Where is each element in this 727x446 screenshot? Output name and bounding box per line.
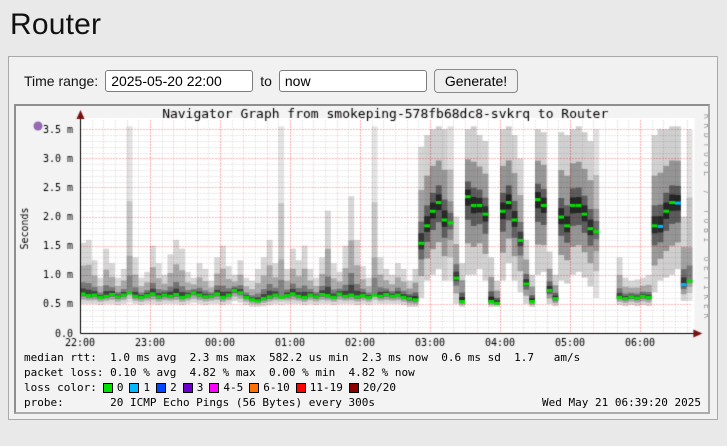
generate-button[interactable]: Generate! xyxy=(434,69,518,93)
loss-color-swatch xyxy=(156,383,166,393)
loss-color-swatch xyxy=(296,383,306,393)
median-rtt-row: median rtt: 1.0 ms avg 2.3 ms max 582.2 … xyxy=(24,350,701,365)
loss-color-swatch xyxy=(249,383,259,393)
time-range-label: Time range: xyxy=(24,73,98,89)
loss-color-swatch xyxy=(129,383,139,393)
page-title: Router xyxy=(10,8,727,42)
graph-legend: median rtt: 1.0 ms avg 2.3 ms max 582.2 … xyxy=(16,349,708,412)
loss-color-swatch xyxy=(103,383,113,393)
loss-color-value: 20/20 xyxy=(363,380,396,395)
loss-color-value: 4-5 xyxy=(223,380,243,395)
graph-timestamp: Wed May 21 06:39:20 2025 xyxy=(542,395,701,410)
loss-color-value: 2 xyxy=(170,380,177,395)
loss-color-swatch xyxy=(209,383,219,393)
loss-color-row: loss color: 0 1 2 3 4-5 6-10 11-19 20/20 xyxy=(24,380,701,395)
smokeping-panel: Time range: to Generate! median rtt: 1.0… xyxy=(8,56,718,420)
start-time-input[interactable] xyxy=(105,70,253,92)
probe-row: probe: 20 ICMP Echo Pings (56 Bytes) eve… xyxy=(24,395,701,410)
smokeping-graph-canvas[interactable] xyxy=(16,106,708,349)
loss-color-value: 3 xyxy=(197,380,204,395)
loss-color-value: 11-19 xyxy=(310,380,343,395)
to-label: to xyxy=(260,73,272,89)
loss-color-swatch xyxy=(183,383,193,393)
probe-label: probe: 20 ICMP Echo Pings (56 Bytes) eve… xyxy=(24,395,375,410)
time-range-form: Time range: to Generate! xyxy=(24,69,711,93)
loss-color-value: 1 xyxy=(143,380,150,395)
packet-loss-row: packet loss: 0.10 % avg 4.82 % max 0.00 … xyxy=(24,365,701,380)
loss-color-value: 0 xyxy=(117,380,124,395)
loss-color-value: 6-10 xyxy=(263,380,290,395)
loss-color-label: loss color: xyxy=(24,380,97,395)
graph-container: median rtt: 1.0 ms avg 2.3 ms max 582.2 … xyxy=(14,104,710,414)
loss-color-swatch xyxy=(349,383,359,393)
end-time-input[interactable] xyxy=(279,70,427,92)
